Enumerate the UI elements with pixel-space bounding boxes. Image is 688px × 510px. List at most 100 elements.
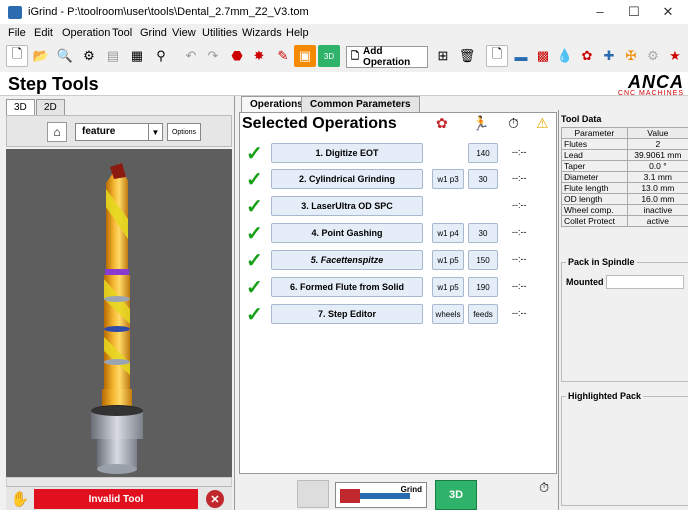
menu-bar: File Edit Operation Tool Grind View Util… — [0, 24, 688, 42]
operation-button[interactable]: 2. Cylindrical Grinding — [271, 169, 423, 189]
param-button[interactable]: 30 — [468, 223, 498, 243]
3d-button[interactable]: 3D — [435, 480, 477, 510]
menu-edit[interactable]: Edit — [34, 27, 53, 39]
table-header: Value — [626, 127, 688, 139]
open-folder-icon[interactable]: 📂 — [30, 45, 52, 67]
3d-viewport[interactable] — [6, 149, 232, 477]
camera-icon[interactable]: ⚲ — [150, 45, 172, 67]
options-button[interactable]: Options — [167, 123, 201, 141]
table-icon[interactable]: ⊞ — [432, 45, 454, 67]
print-icon[interactable]: ▦ — [126, 45, 148, 67]
wheel-param-button[interactable]: w1 p4 — [432, 223, 464, 243]
parameter-cell: Flutes — [561, 138, 628, 150]
table-row: Collet Protect active — [561, 215, 688, 227]
anca-logo: ANCA CNC MACHINES — [606, 73, 684, 97]
tab-3d[interactable]: 3D — [6, 99, 35, 115]
minimize-button[interactable]: – — [588, 4, 612, 20]
tab-common-parameters[interactable]: Common Parameters — [301, 96, 420, 112]
undo-icon[interactable]: ↶ — [180, 45, 202, 67]
maximize-button[interactable]: ☐ — [622, 4, 646, 20]
table-row: Lead 39.9061 mm — [561, 149, 688, 161]
grind-button[interactable]: Grind — [335, 482, 427, 508]
param-button[interactable]: 190 — [468, 277, 498, 297]
pencil-icon[interactable]: ✎ — [272, 45, 294, 67]
pack-in-spindle-title: Pack in Spindle — [566, 257, 637, 267]
feature-select[interactable]: feature ▼ — [75, 123, 163, 141]
add-operation-label: Add Operation — [363, 46, 411, 68]
operation-time: --:-- — [512, 281, 527, 291]
operation-row: ✓ 5. Facettenspitze w1 p5 150 --:-- — [246, 250, 546, 272]
wheel-icon[interactable]: ✿ — [576, 45, 598, 67]
menu-utilities[interactable]: Utilities — [202, 27, 237, 39]
cycle-time-icon[interactable]: ⏱ — [539, 480, 549, 496]
wheel-pack-icon[interactable]: ✸ — [248, 45, 270, 67]
parameter-cell: Diameter — [561, 171, 628, 183]
highlighted-pack-title: Highlighted Pack — [566, 391, 644, 401]
operations-list: Selected Operations ✿ 🏃 ⏱ ⚠ ✓ 1. Digitiz… — [239, 112, 557, 474]
axis-icon[interactable]: ✚ — [598, 45, 620, 67]
tool-holder-icon[interactable]: ▬ — [510, 45, 532, 67]
check-icon: ✓ — [246, 196, 263, 218]
save-icon[interactable]: ▤ — [102, 45, 124, 67]
operation-button[interactable]: 1. Digitize EOT — [271, 143, 423, 163]
redo-icon[interactable]: ↷ — [202, 45, 224, 67]
document-icon[interactable]: 🗋 — [486, 45, 508, 67]
coolant-icon[interactable]: 💧 — [554, 45, 576, 67]
operation-button[interactable]: 6. Formed Flute from Solid — [271, 277, 423, 297]
operation-button[interactable]: 4. Point Gashing — [271, 223, 423, 243]
star-icon[interactable]: ★ — [664, 45, 686, 67]
delete-icon[interactable]: 🗑 — [456, 45, 478, 67]
chevron-down-icon[interactable]: ▼ — [148, 124, 162, 140]
operation-row: ✓ 3. LaserUltra OD SPC --:-- — [246, 196, 546, 218]
menu-grind[interactable]: Grind — [140, 27, 167, 39]
tool-model — [91, 163, 143, 474]
tab-2d[interactable]: 2D — [36, 99, 65, 115]
table-row: OD length 16.0 mm — [561, 193, 688, 205]
param-button[interactable]: 150 — [468, 250, 498, 270]
hand-icon[interactable]: ✋ — [10, 489, 30, 509]
wheel-param-button[interactable]: w1 p3 — [432, 169, 464, 189]
runner-icon: 🏃 — [472, 115, 490, 131]
wheels-button[interactable]: wheels — [432, 304, 464, 324]
parameter-cell: Wheel comp. — [561, 204, 628, 216]
menu-help[interactable]: Help — [286, 27, 309, 39]
check-icon: ✓ — [246, 304, 263, 326]
grind-bar: Grind 3D ⏱ — [239, 474, 557, 510]
operation-button[interactable]: 7. Step Editor — [271, 304, 423, 324]
operation-button[interactable]: 5. Facettenspitze — [271, 250, 423, 270]
param-button[interactable]: 140 — [468, 143, 498, 163]
check-icon: ✓ — [246, 223, 263, 245]
operation-time: --:-- — [512, 147, 527, 157]
error-icon[interactable]: ✕ — [206, 490, 224, 508]
menu-wizards[interactable]: Wizards — [242, 27, 282, 39]
wheel-tool-icon[interactable]: ⬣ — [226, 45, 248, 67]
settings-icon[interactable]: ⚙ — [78, 45, 100, 67]
menu-file[interactable]: File — [8, 27, 26, 39]
add-operation-button[interactable]: 🗋 Add Operation — [346, 46, 428, 68]
machine-button[interactable] — [297, 480, 329, 508]
new-file-icon[interactable]: 🗋 — [6, 45, 28, 67]
wheel-param-button[interactable]: w1 p5 — [432, 277, 464, 297]
logo-subtext: CNC MACHINES — [617, 90, 684, 97]
add-operation-icon: 🗋 — [351, 50, 360, 62]
menu-operation[interactable]: Operation — [62, 27, 110, 39]
menu-view[interactable]: View — [172, 27, 196, 39]
feeds-button[interactable]: feeds — [468, 304, 498, 324]
grid-view-icon[interactable]: ▣ — [294, 45, 316, 67]
operation-button[interactable]: 3. LaserUltra OD SPC — [271, 196, 423, 216]
warning-icon: ⚠ — [536, 115, 549, 131]
simulation-icon[interactable]: ▩ — [532, 45, 554, 67]
menu-tool[interactable]: Tool — [112, 27, 132, 39]
wheel-param-button[interactable]: w1 p5 — [432, 250, 464, 270]
grind-label: Grind — [400, 485, 422, 494]
measure-icon[interactable]: ✠ — [620, 45, 642, 67]
search-icon[interactable]: 🔍 — [54, 45, 76, 67]
3d-view-icon[interactable]: 3D — [318, 45, 340, 67]
title-bar: iGrind - P:\toolroom\user\tools\Dental_2… — [0, 0, 688, 24]
close-button[interactable]: ✕ — [656, 4, 680, 20]
invalid-tool-button[interactable]: Invalid Tool — [34, 489, 198, 509]
home-icon[interactable]: ⌂ — [47, 122, 67, 142]
robot-icon[interactable]: ⚙ — [642, 45, 664, 67]
param-button[interactable]: 30 — [468, 169, 498, 189]
check-icon: ✓ — [246, 277, 263, 299]
